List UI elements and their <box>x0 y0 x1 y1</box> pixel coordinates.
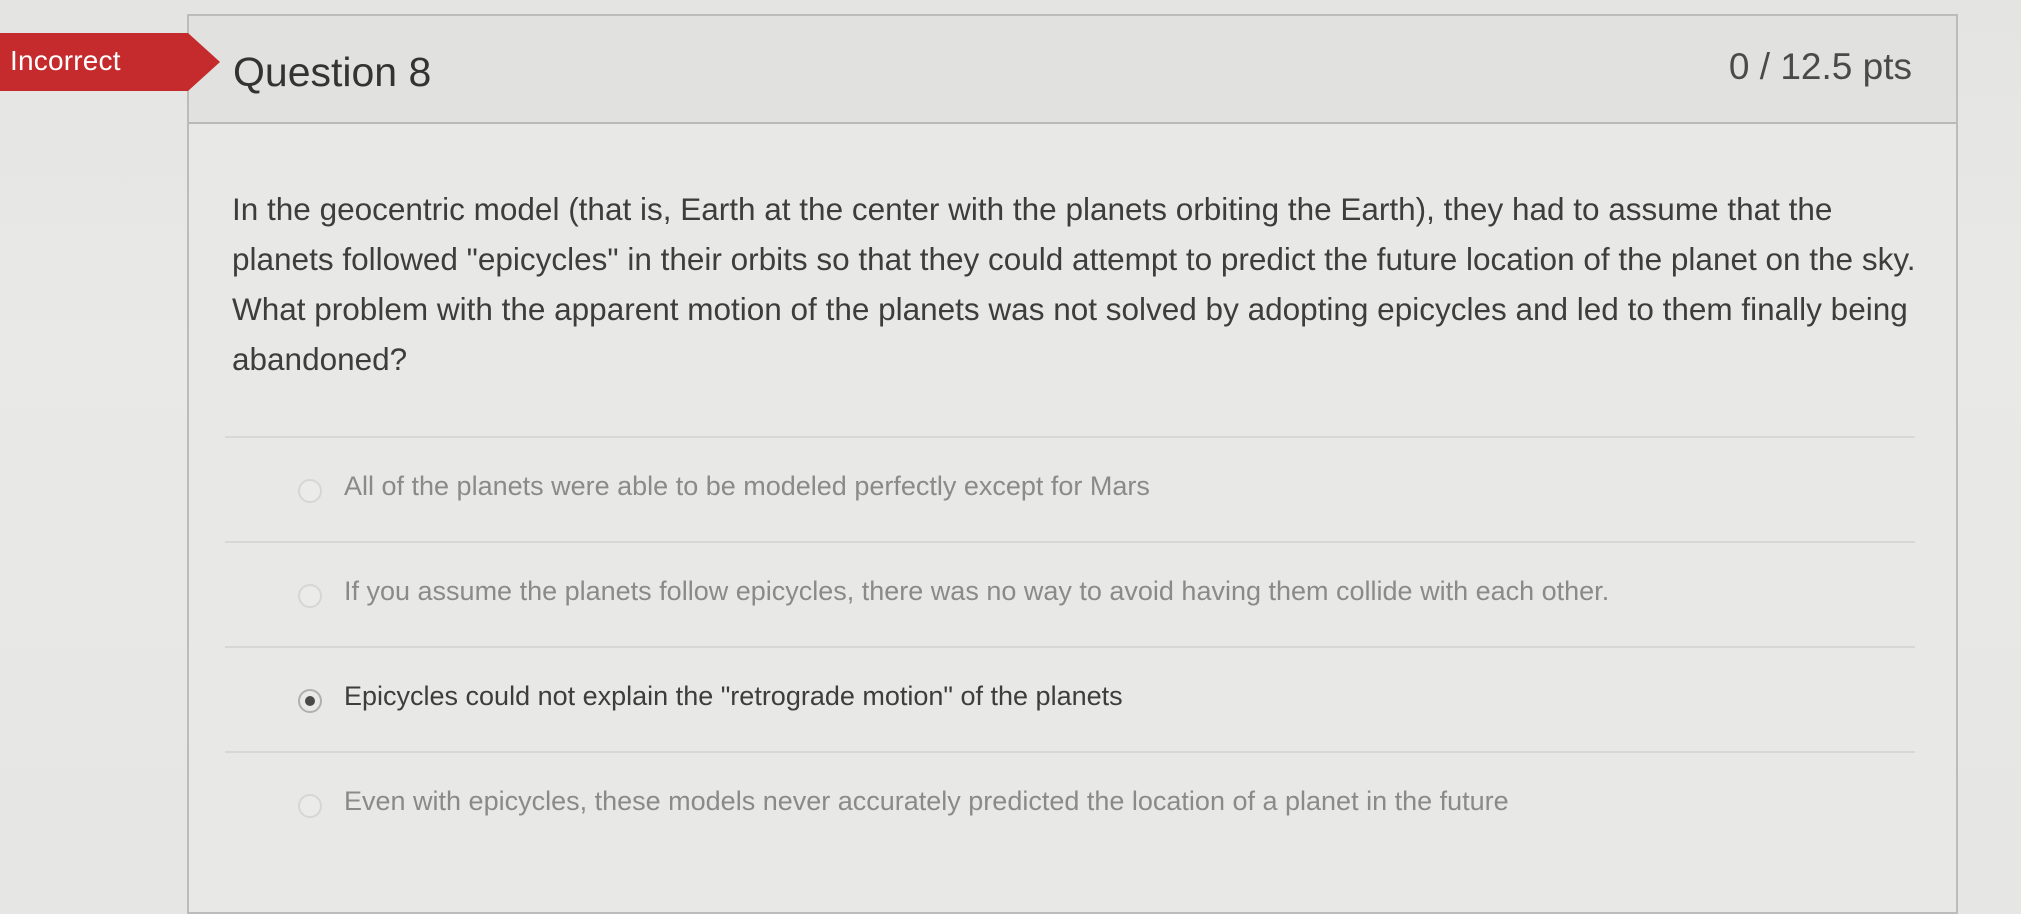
answer-option-selected[interactable]: Epicycles could not explain the "retrogr… <box>225 646 1915 751</box>
question-title: Question 8 <box>233 49 432 95</box>
page: Incorrect Question 8 0 / 12.5 pts In the… <box>0 0 2021 914</box>
answer-option[interactable]: All of the planets were able to be model… <box>225 436 1915 541</box>
radio-button-selected[interactable] <box>298 689 322 713</box>
question-points: 0 / 12.5 pts <box>1728 46 1912 87</box>
answer-label: If you assume the planets follow epicycl… <box>344 576 1610 606</box>
answer-label: Even with epicycles, these models never … <box>344 786 1509 816</box>
question-text: In the geocentric model (that is, Earth … <box>232 191 1916 377</box>
question-card: Question 8 0 / 12.5 pts In the geocentri… <box>187 14 1958 914</box>
answer-option[interactable]: If you assume the planets follow epicycl… <box>225 541 1915 646</box>
radio-button[interactable] <box>298 794 322 818</box>
answer-label: Epicycles could not explain the "retrogr… <box>344 681 1123 711</box>
incorrect-label: Incorrect <box>10 45 121 76</box>
answer-option[interactable]: Even with epicycles, these models never … <box>225 751 1915 856</box>
incorrect-banner: Incorrect <box>0 33 220 91</box>
answer-label: All of the planets were able to be model… <box>344 471 1150 501</box>
radio-button[interactable] <box>298 479 322 503</box>
answer-list: All of the planets were able to be model… <box>225 436 1915 856</box>
question-header: Question 8 0 / 12.5 pts <box>189 16 1956 124</box>
radio-button[interactable] <box>298 584 322 608</box>
